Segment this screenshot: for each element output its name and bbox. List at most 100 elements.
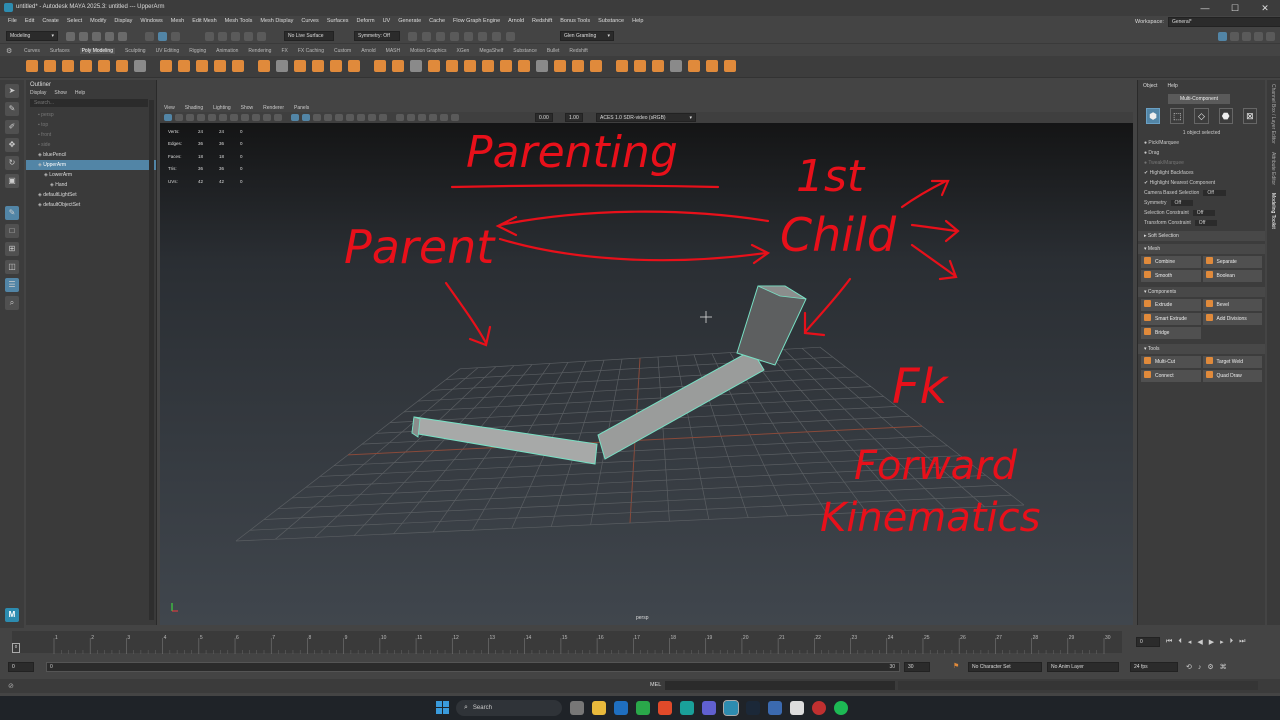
tool-separate-button[interactable]: Separate — [1202, 256, 1262, 268]
hypershade-icon[interactable] — [450, 32, 459, 41]
shelf-tab-motion-graphics[interactable]: Motion Graphics — [410, 48, 446, 54]
step-forward-frame-icon[interactable]: ▸ — [1220, 638, 1224, 646]
maximize-button[interactable]: ☐ — [1220, 0, 1250, 16]
shelf-tab-sculpting[interactable]: Sculpting — [125, 48, 146, 54]
default-material-icon[interactable] — [313, 114, 321, 121]
minimize-button[interactable]: — — [1190, 0, 1220, 16]
scale-tool-icon[interactable]: ▣ — [5, 174, 19, 188]
shelf-tab-arnold[interactable]: Arnold — [361, 48, 375, 54]
side-tab-modeling-toolkit[interactable]: Modeling Toolkit — [1267, 189, 1276, 233]
task-view-icon[interactable] — [570, 701, 584, 715]
tool-smooth-button[interactable]: Smooth — [1141, 270, 1201, 282]
select-camera-icon[interactable] — [164, 114, 172, 121]
option-highlight-nearest-component[interactable]: ✔ Highlight Nearest Component — [1138, 178, 1265, 188]
shelf-fill-hole-icon[interactable] — [518, 60, 530, 72]
menu-bonus-tools[interactable]: Bonus Tools — [560, 18, 590, 24]
shelf-boolean-icon[interactable] — [428, 60, 440, 72]
shelf-connect-icon[interactable] — [590, 60, 602, 72]
exposure-field[interactable]: 0.00 — [535, 113, 553, 122]
shelf-svg-icon[interactable] — [312, 60, 324, 72]
panel-menu-shading[interactable]: Shading — [185, 105, 203, 111]
panel-menu-lighting[interactable]: Lighting — [213, 105, 231, 111]
shelf-tab-curves[interactable]: Curves — [24, 48, 40, 54]
shelf-multi-cut-icon[interactable] — [572, 60, 584, 72]
setting-value[interactable]: Off — [1194, 220, 1218, 226]
outliner-item-front[interactable]: ▪ front — [26, 130, 156, 140]
playblast-icon[interactable] — [506, 32, 515, 41]
bookmark-icon[interactable] — [186, 114, 194, 121]
steam-icon[interactable] — [746, 701, 760, 715]
isolate-select-icon[interactable] — [396, 114, 404, 121]
undo-icon[interactable] — [105, 32, 114, 41]
anim-layer-dropdown[interactable]: No Anim Layer — [1047, 662, 1119, 672]
tool-settings-toggle-icon[interactable] — [1242, 32, 1251, 41]
shelf-mirror-icon[interactable] — [446, 60, 458, 72]
shelf-unfold-icon[interactable] — [724, 60, 736, 72]
outliner-toggle-icon[interactable] — [1266, 32, 1275, 41]
shelf-type-icon[interactable] — [348, 60, 360, 72]
menu-edit-mesh[interactable]: Edit Mesh — [192, 18, 216, 24]
menu-arnold[interactable]: Arnold — [508, 18, 524, 24]
menu-windows[interactable]: Windows — [140, 18, 162, 24]
snap-point-icon[interactable] — [231, 32, 240, 41]
select-tool-icon[interactable]: ➤ — [5, 84, 19, 98]
shelf-gear-icon[interactable] — [258, 60, 270, 72]
menu-edit[interactable]: Edit — [25, 18, 34, 24]
render-view-icon[interactable] — [464, 32, 473, 41]
outliner-item-persp[interactable]: ▪ persp — [26, 110, 156, 120]
toolkit-menu-help[interactable]: Help — [1167, 83, 1177, 89]
ambient-occlusion-icon[interactable] — [357, 114, 365, 121]
setting-selection-constraint[interactable]: Selection Constraint Off — [1138, 208, 1265, 218]
menu-redshift[interactable]: Redshift — [532, 18, 552, 24]
shelf-tab-megashelf[interactable]: MegaShelf — [479, 48, 503, 54]
safe-action-icon[interactable] — [263, 114, 271, 121]
step-back-frame-icon[interactable]: ◂ — [1188, 638, 1192, 646]
snap-view-icon[interactable] — [244, 32, 253, 41]
gamma-field[interactable]: 1.00 — [565, 113, 583, 122]
shelf-prism-icon[interactable] — [196, 60, 208, 72]
shelf-smooth-icon[interactable] — [410, 60, 422, 72]
outlook-icon[interactable] — [614, 701, 628, 715]
shelf-tab-poly-modeling[interactable]: Poly Modeling — [79, 48, 115, 54]
outliner-search-input[interactable]: Search... — [30, 99, 148, 107]
setting-symmetry[interactable]: Symmetry Off — [1138, 198, 1265, 208]
opera-icon[interactable] — [812, 701, 826, 715]
shelf-torus-icon[interactable] — [98, 60, 110, 72]
outliner-item-lowerarm[interactable]: ◈ LowerArm — [26, 170, 156, 180]
outliner-menu-display[interactable]: Display — [30, 90, 46, 96]
two-view-layout-icon[interactable]: ◫ — [5, 260, 19, 274]
symmetry-field[interactable]: Symmetry: Off — [354, 31, 400, 41]
maya-taskbar-icon[interactable] — [723, 700, 739, 716]
menu-modify[interactable]: Modify — [90, 18, 106, 24]
sound-icon[interactable]: ♪ — [1198, 664, 1202, 671]
gamma-icon[interactable] — [451, 114, 459, 121]
tool-boolean-button[interactable]: Boolean — [1202, 270, 1262, 282]
menu-mesh[interactable]: Mesh — [171, 18, 184, 24]
film-gate-icon[interactable] — [219, 114, 227, 121]
menu-help[interactable]: Help — [632, 18, 643, 24]
camera-attributes-icon[interactable] — [175, 114, 183, 121]
menu-uv[interactable]: UV — [383, 18, 391, 24]
attribute-editor-toggle-icon[interactable] — [1230, 32, 1239, 41]
menu-mesh-display[interactable]: Mesh Display — [260, 18, 293, 24]
vertex-mode-icon[interactable]: ⬚ — [1170, 108, 1185, 124]
shelf-tab-redshift[interactable]: Redshift — [569, 48, 587, 54]
range-bar[interactable]: 0 30 — [46, 662, 900, 672]
play-forward-icon[interactable]: ▶ — [1209, 638, 1214, 646]
hierarchy-mode-icon[interactable] — [145, 32, 154, 41]
section-components[interactable]: ▾ Components — [1138, 287, 1265, 297]
four-view-layout-icon[interactable]: ⊞ — [5, 242, 19, 256]
menu-deform[interactable]: Deform — [357, 18, 375, 24]
textured-icon[interactable] — [324, 114, 332, 121]
use-lights-icon[interactable] — [335, 114, 343, 121]
outliner-item-top[interactable]: ▪ top — [26, 120, 156, 130]
setting-value[interactable]: Off — [1203, 190, 1226, 196]
channel-box-toggle-icon[interactable] — [1254, 32, 1263, 41]
shelf-tab-rendering[interactable]: Rendering — [248, 48, 271, 54]
menu-substance[interactable]: Substance — [598, 18, 624, 24]
panel-menu-show[interactable]: Show — [241, 105, 254, 111]
tool-combine-button[interactable]: Combine — [1141, 256, 1201, 268]
motion-blur-icon[interactable] — [368, 114, 376, 121]
setting-transform-constraint[interactable]: Transform Constraint Off — [1138, 218, 1265, 228]
shelf-auto-map-icon[interactable] — [670, 60, 682, 72]
